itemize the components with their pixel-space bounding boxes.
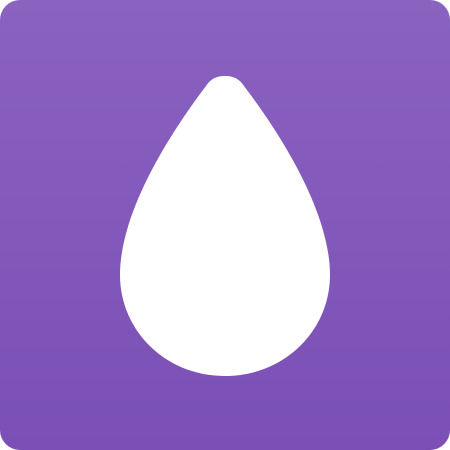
water-drop-icon [120, 76, 330, 376]
app-icon[interactable] [0, 0, 450, 450]
